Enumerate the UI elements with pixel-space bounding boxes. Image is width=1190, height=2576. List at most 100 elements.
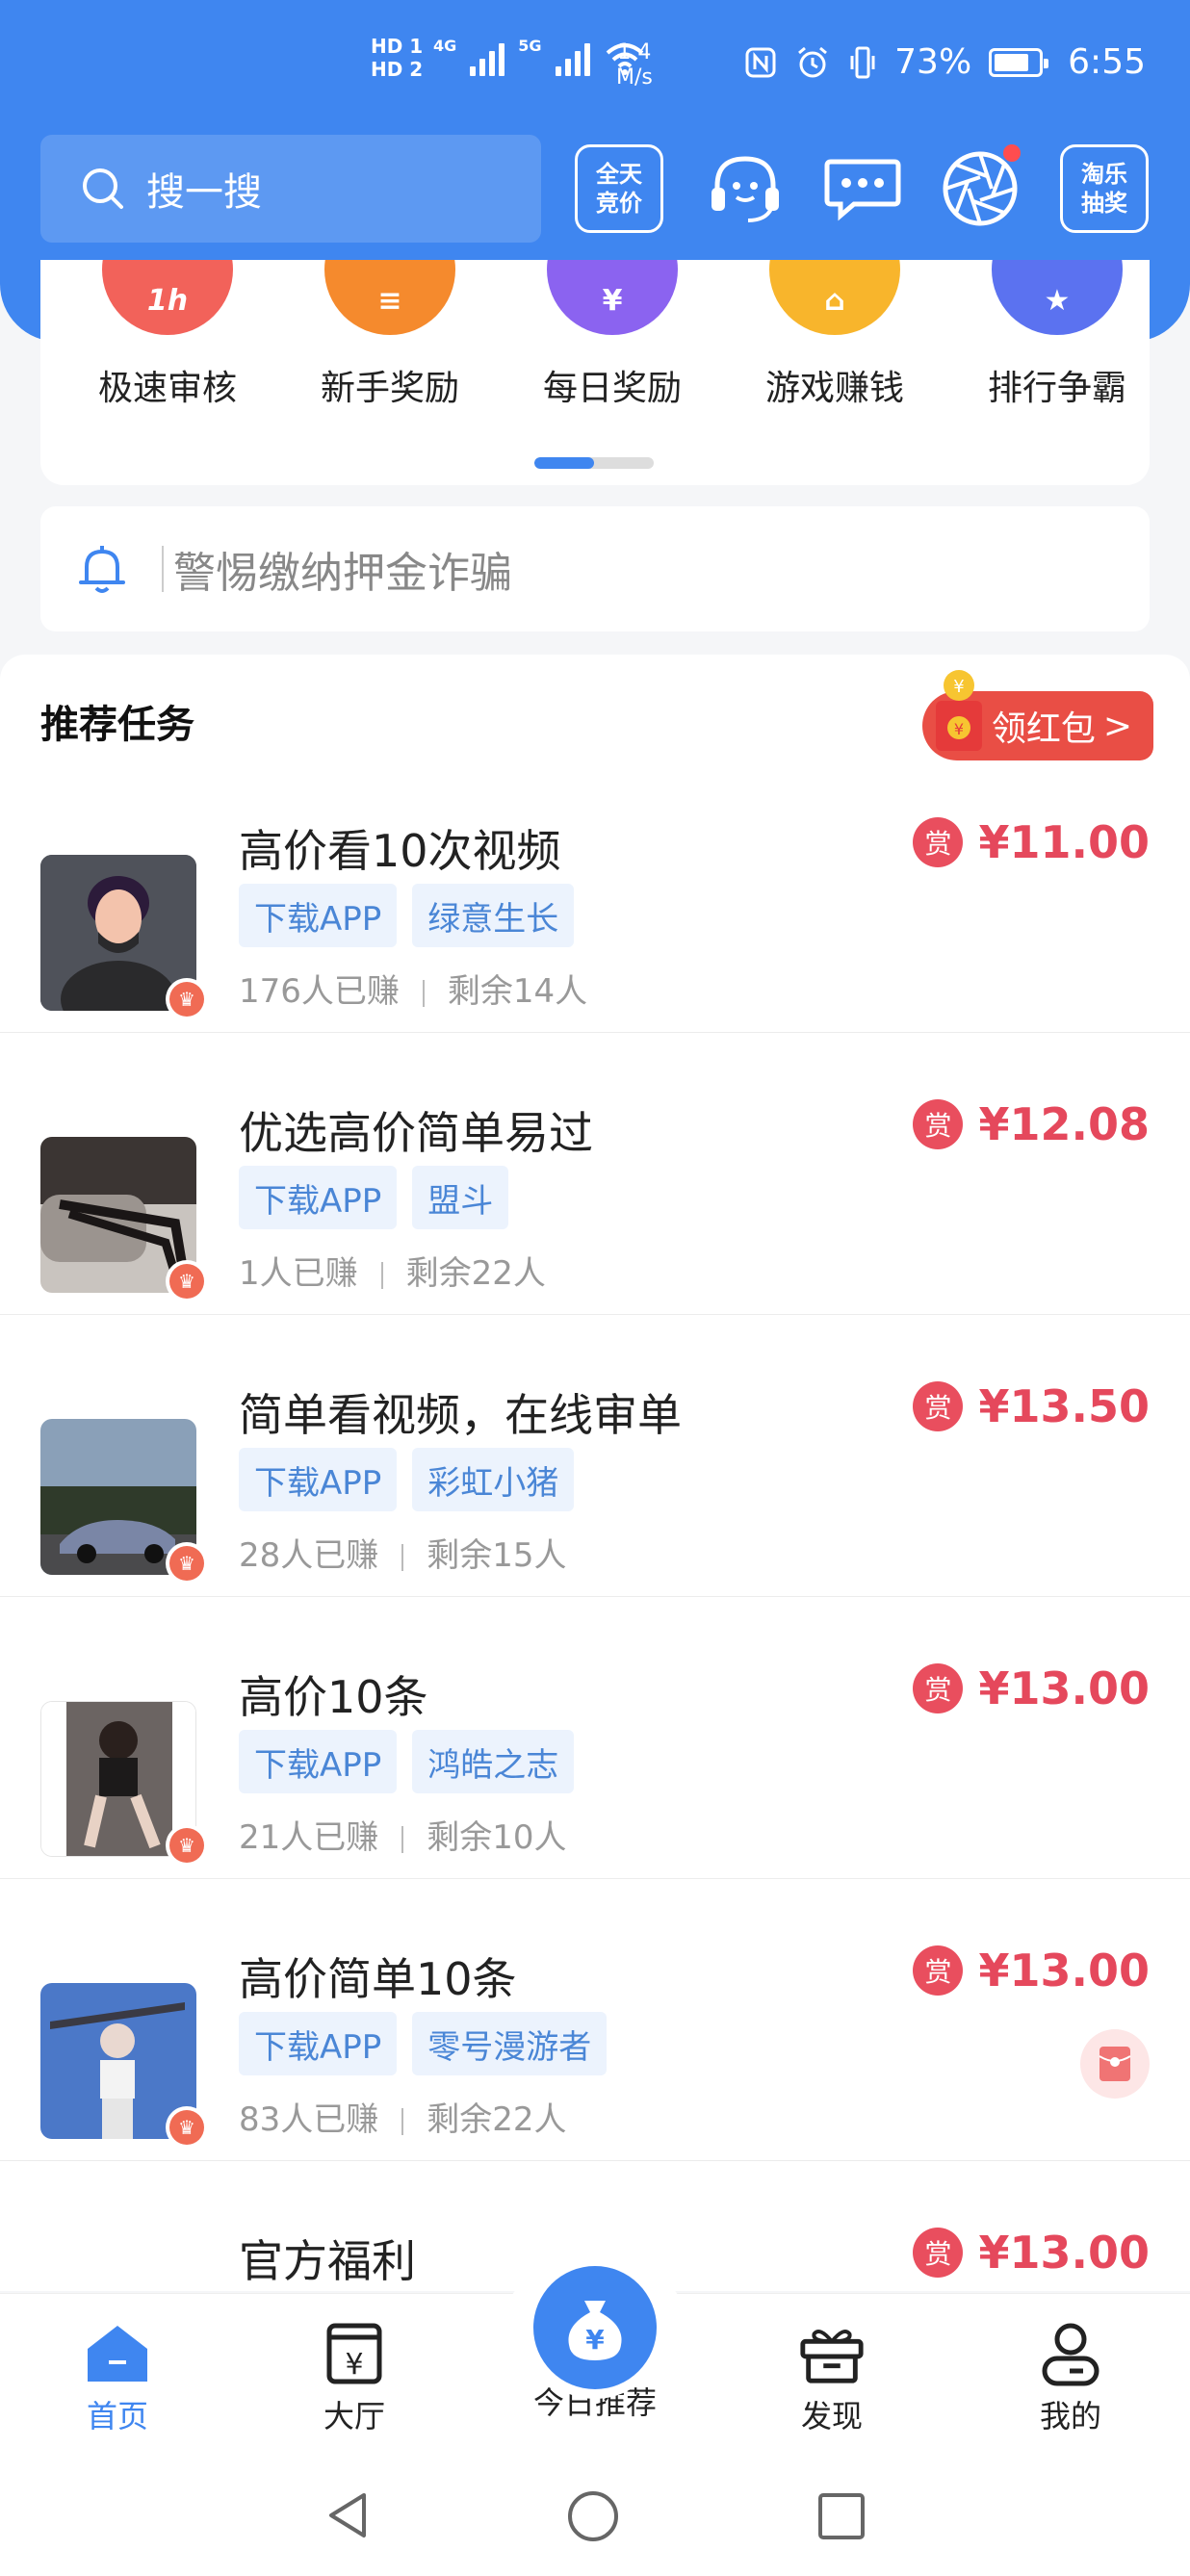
headset-icon [711,156,779,222]
task-reward: 赏 ¥12.08 [913,1098,1150,1150]
recommended-tasks-panel: 推荐任务 ¥ ¥ 领红包 > ♛ 高价看10次视频 下载APP 绿意生长 176… [0,655,1190,2291]
search-bar[interactable]: 搜一搜 [40,135,541,243]
tab-label: 我的 [1039,2398,1101,2434]
category-label: 排行争霸 [987,369,1126,408]
crown-badge-icon: ♛ [166,1542,208,1584]
task-stats: 21人已赚 剩余10人 [239,1818,567,1857]
reward-icon: 赏 [913,1945,964,1996]
task-tag: 下载APP [239,1166,398,1229]
task-tags: 下载APP 彩虹小猪 [239,1448,575,1511]
hall-icon: ¥ [320,2319,389,2388]
red-packet-icon: ¥ ¥ [935,670,982,751]
task-price: ¥13.00 [978,2227,1150,2279]
task-stats: 28人已赚 剩余15人 [239,1536,567,1575]
recents-icon[interactable] [816,2491,867,2541]
crown-badge-icon: ♛ [166,1824,208,1867]
reward-icon: 赏 [913,2228,964,2278]
today-recommend-center-button[interactable]: ¥ [533,2266,657,2389]
red-envelope-icon [1099,2047,1131,2081]
task-tags: 下载APP 鸿皓之志 [239,1730,575,1793]
task-title: 优选高价简单易过 [239,1107,593,1159]
chat-bubble-icon [824,159,901,221]
tab-hall[interactable]: ¥ 大厅 [258,2294,451,2448]
task-title: 简单看视频，在线审单 [239,1389,682,1441]
task-row[interactable]: ♛ 高价简单10条 下载APP 零号漫游者 83人已赚 剩余22人 赏 ¥13.00 [0,1879,1190,2161]
tab-home[interactable]: 首页 [21,2294,214,2448]
section-title: 推荐任务 [40,703,194,747]
task-tag: 下载APP [239,884,398,947]
red-envelope-button[interactable] [1080,2029,1150,2099]
task-tag: 盟斗 [412,1166,509,1229]
category-game-earn[interactable]: ⌂ 游戏赚钱 [738,260,931,410]
crown-badge-icon: ♛ [166,978,208,1020]
reward-icon: 赏 [913,1099,964,1149]
system-nav-bar [0,2447,1190,2576]
battery-percent: 73% [894,42,972,82]
trophy-icon: ★ [992,260,1123,335]
search-icon [83,168,123,209]
tab-discover[interactable]: 发现 [736,2294,928,2448]
clock: 6:55 [1068,42,1146,82]
task-reward: 赏 ¥13.00 [913,1945,1150,1996]
task-row[interactable]: ♛ 优选高价简单易过 下载APP 盟斗 1人已赚 剩余22人 赏 ¥12.08 [0,1033,1190,1315]
customer-service-button[interactable] [701,144,789,233]
task-row[interactable]: ♛ 高价10条 下载APP 鸿皓之志 21人已赚 剩余10人 赏 ¥13.00 [0,1597,1190,1879]
network-speed: 1.4 M/s [616,40,653,90]
task-tags: 下载APP 零号漫游者 [239,2012,608,2075]
back-icon[interactable] [323,2489,372,2541]
reward-icon: 赏 [913,1663,964,1713]
notice-bar[interactable]: 警惕缴纳押金诈骗 [40,506,1150,631]
task-title: 高价看10次视频 [239,825,561,877]
category-newbie-reward[interactable]: ≡ 新手奖励 [294,260,486,410]
signal-bars-icon [555,38,590,76]
alarm-icon [798,46,828,77]
hd2-label: HD 2 [371,58,424,81]
crown-badge-icon: ♛ [166,2106,208,2149]
tab-label: 大厅 [323,2398,385,2434]
svg-text:¥: ¥ [585,2324,605,2356]
hd1-label: HD 1 [371,35,424,58]
task-tag: 下载APP [239,2012,398,2075]
bell-icon [79,546,125,593]
task-tag: 下载APP [239,1448,398,1511]
task-stats: 83人已赚 剩余22人 [239,2100,567,2139]
category-ranking[interactable]: ★ 排行争霸 [961,260,1150,410]
gift-box-icon [797,2319,867,2388]
task-reward: 赏 ¥13.00 [913,2227,1150,2279]
lottery-button[interactable]: 淘乐 抽奖 [1060,144,1149,233]
all-day-bid-button[interactable]: 全天 竞价 [575,144,663,233]
task-stats: 1人已赚 剩余22人 [239,1254,546,1293]
reward-icon: 赏 [913,1381,964,1431]
task-row[interactable]: ♛ 高价看10次视频 下载APP 绿意生长 176人已赚 剩余14人 赏 ¥11.0… [0,751,1190,1033]
task-tag: 彩虹小猪 [412,1448,575,1511]
task-tags: 下载APP 盟斗 [239,1166,509,1229]
signal-bars-icon [470,38,505,76]
status-right: 73% 6:55 [744,42,1146,82]
battery-icon [989,47,1049,77]
task-title: 官方福利 [239,2235,416,2287]
task-title: 高价10条 [239,1671,428,1723]
task-row[interactable]: ♛ 简单看视频，在线审单 下载APP 彩虹小猪 28人已赚 剩余15人 赏 ¥13.… [0,1315,1190,1597]
category-label: 极速审核 [97,369,237,408]
task-price: ¥12.08 [978,1098,1150,1150]
signal-indicators: 4G 5G [433,37,646,76]
camera-shutter-button[interactable] [936,144,1024,233]
network-4g-label: 4G [433,37,457,55]
gamepad-icon: ⌂ [769,260,900,335]
fast-review-icon: 1h [102,260,233,335]
svg-text:¥: ¥ [345,2348,363,2382]
task-stats: 176人已赚 剩余14人 [239,972,588,1011]
category-daily-reward[interactable]: ¥ 每日奖励 [516,260,709,410]
tab-profile[interactable]: 我的 [974,2294,1167,2448]
messages-button[interactable] [818,144,907,233]
task-reward: 赏 ¥11.00 [913,816,1150,868]
network-5g-label: 5G [518,37,542,55]
notice-text: 警惕缴纳押金诈骗 [173,549,512,598]
task-reward: 赏 ¥13.50 [913,1380,1150,1432]
svg-text:¥: ¥ [954,720,964,738]
crown-badge-icon: ♛ [166,1260,208,1302]
home-button-icon[interactable] [566,2489,620,2543]
task-price: ¥11.00 [978,816,1150,868]
category-fast-review[interactable]: 1h 极速审核 [71,260,264,410]
category-label: 每日奖励 [542,369,682,408]
